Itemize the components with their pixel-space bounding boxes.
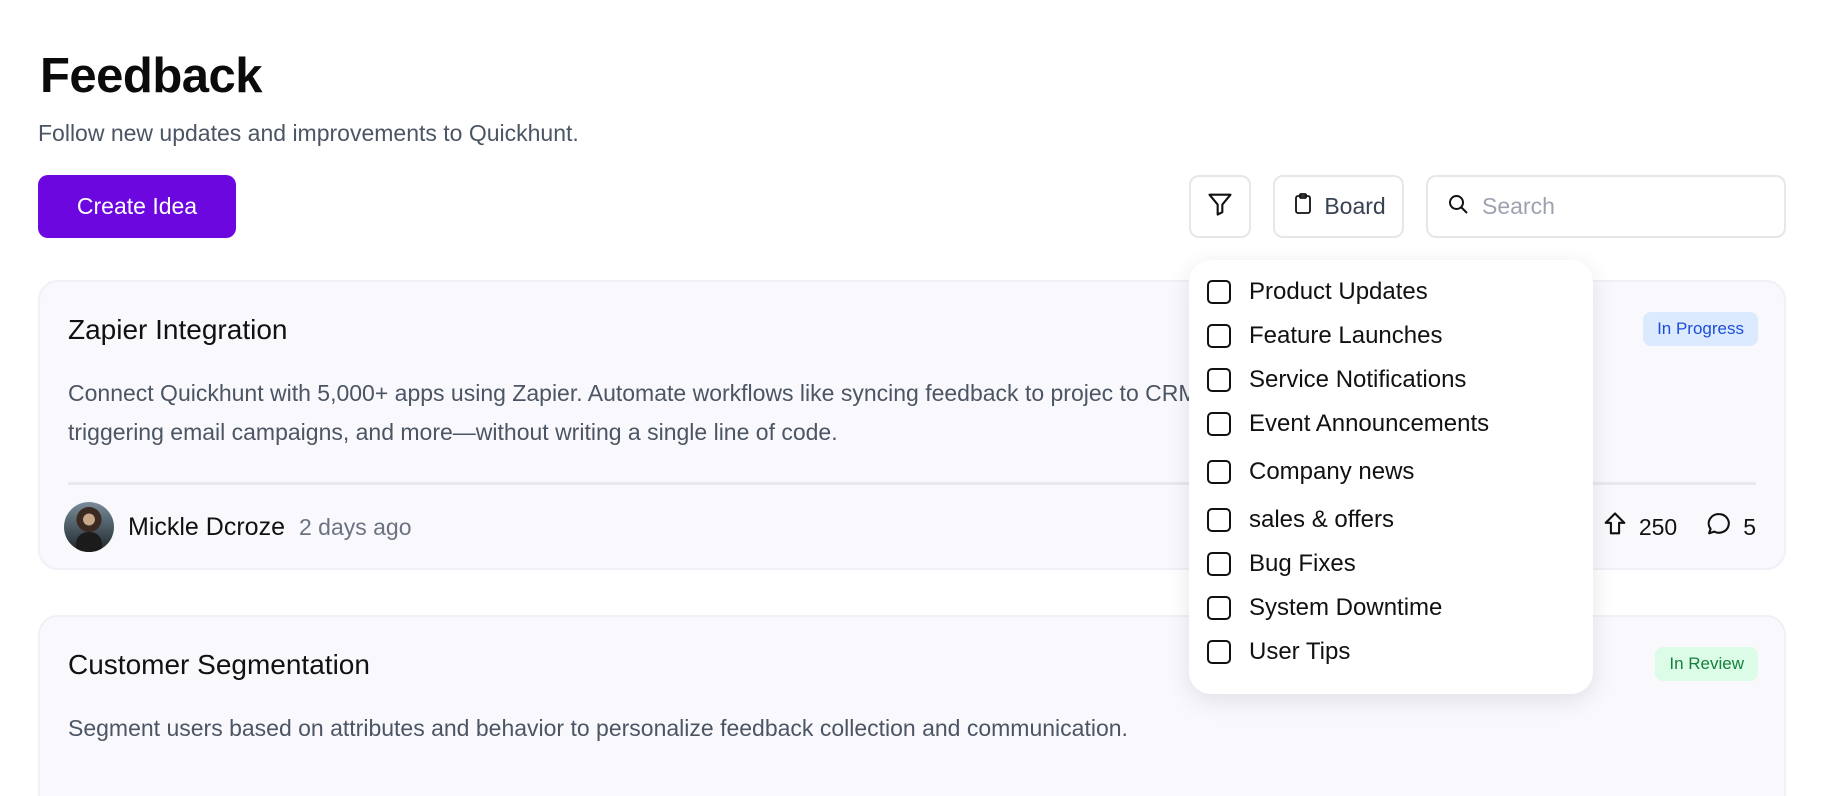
- filter-option-product-updates[interactable]: Product Updates: [1207, 278, 1428, 306]
- post-time: 2 days ago: [298, 513, 412, 540]
- avatar: [64, 502, 114, 552]
- filter-option-event-announcements[interactable]: Event Announcements: [1207, 410, 1489, 438]
- filter-checkbox[interactable]: [1207, 280, 1231, 304]
- page-title: Feedback: [40, 49, 263, 103]
- author-name: Mickle Dcroze: [128, 512, 285, 541]
- board-view-label: Board: [1324, 193, 1386, 219]
- filter-checkbox[interactable]: [1207, 552, 1231, 576]
- idea-description: Segment users based on attributes and be…: [68, 715, 1128, 741]
- filter-checkbox[interactable]: [1207, 324, 1231, 348]
- comment-count: 5: [1743, 513, 1756, 540]
- arrow-up-icon: [1601, 510, 1629, 544]
- filter-option-label: Service Notifications: [1249, 366, 1467, 393]
- filter-option-service-notifications[interactable]: Service Notifications: [1207, 366, 1466, 394]
- status-badge: In Progress: [1643, 312, 1758, 346]
- filter-option-label: Product Updates: [1249, 278, 1428, 305]
- board-view-button[interactable]: Board: [1273, 175, 1404, 238]
- filter-option-label: System Downtime: [1249, 594, 1443, 621]
- filter-option-bug-fixes[interactable]: Bug Fixes: [1207, 550, 1356, 578]
- filter-checkbox[interactable]: [1207, 460, 1231, 484]
- idea-description: Connect Quickhunt with 5,000+ apps using…: [68, 380, 1216, 445]
- filter-option-label: Event Announcements: [1249, 410, 1490, 437]
- search-icon: [1446, 192, 1470, 221]
- search-input[interactable]: [1482, 193, 1762, 220]
- filter-checkbox[interactable]: [1207, 596, 1231, 620]
- filter-option-label: Bug Fixes: [1249, 550, 1356, 577]
- filter-dropdown: Product Updates Feature Launches Service…: [1189, 260, 1593, 694]
- filter-option-label: User Tips: [1249, 638, 1351, 665]
- filter-icon: [1206, 190, 1234, 223]
- comments-button[interactable]: 5: [1705, 510, 1756, 544]
- upvote-count: 250: [1638, 513, 1678, 540]
- create-idea-button[interactable]: Create Idea: [38, 175, 236, 238]
- filter-option-sales-offers[interactable]: sales & offers: [1207, 506, 1394, 534]
- idea-stats: 250 5: [1601, 510, 1756, 544]
- upvote-button[interactable]: 250: [1601, 510, 1677, 544]
- filter-option-label: Company news: [1249, 458, 1415, 485]
- filter-option-feature-launches[interactable]: Feature Launches: [1207, 322, 1442, 350]
- filter-option-user-tips[interactable]: User Tips: [1207, 638, 1350, 666]
- idea-title[interactable]: Zapier Integration: [68, 314, 287, 346]
- comment-icon: [1705, 510, 1733, 544]
- filter-checkbox[interactable]: [1207, 640, 1231, 664]
- filter-option-label: sales & offers: [1249, 506, 1394, 533]
- filter-checkbox[interactable]: [1207, 508, 1231, 532]
- filter-checkbox[interactable]: [1207, 412, 1231, 436]
- clipboard-icon: [1291, 192, 1315, 222]
- filter-button[interactable]: [1189, 175, 1251, 238]
- search-box[interactable]: [1426, 175, 1786, 238]
- filter-option-label: Feature Launches: [1249, 322, 1443, 349]
- filter-option-system-downtime[interactable]: System Downtime: [1207, 594, 1442, 622]
- page-subtitle: Follow new updates and improvements to Q…: [38, 120, 579, 146]
- filter-checkbox[interactable]: [1207, 368, 1231, 392]
- idea-author: Mickle Dcroze 2 days ago: [64, 502, 412, 552]
- idea-title[interactable]: Customer Segmentation: [68, 649, 370, 681]
- status-badge: In Review: [1655, 647, 1758, 681]
- filter-option-company-news[interactable]: Company news: [1207, 458, 1414, 486]
